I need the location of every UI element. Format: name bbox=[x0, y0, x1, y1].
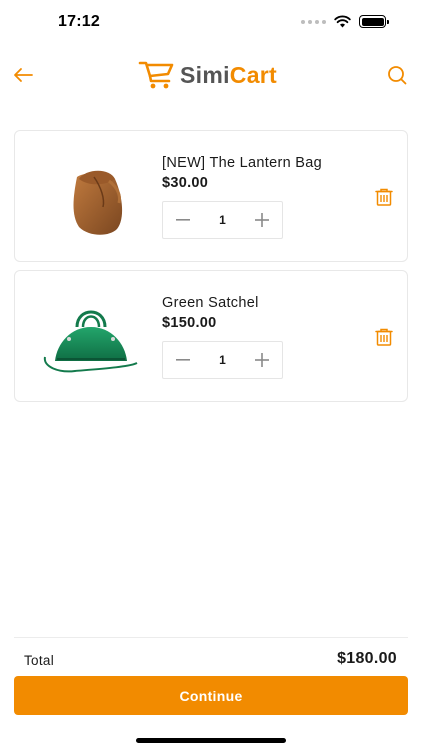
battery-icon bbox=[359, 15, 389, 28]
quantity-stepper: 1 bbox=[162, 201, 283, 239]
decrease-quantity-button[interactable] bbox=[163, 341, 203, 379]
continue-button[interactable]: Continue bbox=[14, 676, 408, 715]
status-time: 17:12 bbox=[58, 13, 100, 30]
product-image-lantern-bag[interactable] bbox=[39, 147, 143, 247]
logo-text-cart: Cart bbox=[229, 61, 277, 88]
plus-icon bbox=[255, 213, 269, 227]
cart-item: [NEW] The Lantern Bag $30.00 1 bbox=[14, 130, 408, 262]
wifi-icon bbox=[334, 15, 351, 28]
status-icons bbox=[301, 15, 389, 28]
arrow-left-icon bbox=[14, 68, 33, 82]
back-button[interactable] bbox=[10, 62, 36, 88]
minus-icon bbox=[176, 359, 190, 361]
cart-item: Green Satchel $150.00 1 bbox=[14, 270, 408, 402]
trash-icon bbox=[375, 188, 393, 206]
search-icon bbox=[388, 66, 407, 85]
decrease-quantity-button[interactable] bbox=[163, 201, 203, 239]
logo-text-simi: Simi bbox=[180, 61, 230, 88]
logo-text: SimiCart bbox=[180, 62, 277, 89]
plus-icon bbox=[255, 353, 269, 367]
product-name[interactable]: [NEW] The Lantern Bag bbox=[162, 155, 322, 171]
signal-icon bbox=[301, 19, 326, 24]
quantity-stepper: 1 bbox=[162, 341, 283, 379]
product-name[interactable]: Green Satchel bbox=[162, 295, 259, 311]
total-value: $180.00 bbox=[337, 650, 397, 667]
remove-item-button[interactable] bbox=[373, 186, 395, 208]
footer-divider bbox=[14, 637, 408, 638]
increase-quantity-button[interactable] bbox=[242, 341, 282, 379]
search-button[interactable] bbox=[384, 62, 410, 88]
minus-icon bbox=[176, 219, 190, 221]
simicart-logo: SimiCart bbox=[138, 60, 277, 90]
trash-icon bbox=[375, 328, 393, 346]
home-indicator bbox=[136, 738, 286, 743]
product-image-green-satchel[interactable] bbox=[39, 287, 143, 387]
product-price: $30.00 bbox=[162, 175, 209, 191]
product-price: $150.00 bbox=[162, 315, 217, 331]
quantity-value: 1 bbox=[219, 353, 226, 367]
header: SimiCart bbox=[0, 50, 422, 100]
quantity-value: 1 bbox=[219, 213, 226, 227]
total-label: Total bbox=[24, 653, 55, 668]
remove-item-button[interactable] bbox=[373, 326, 395, 348]
cart-logo-icon bbox=[138, 61, 174, 89]
status-bar: 17:12 bbox=[0, 0, 422, 46]
increase-quantity-button[interactable] bbox=[242, 201, 282, 239]
